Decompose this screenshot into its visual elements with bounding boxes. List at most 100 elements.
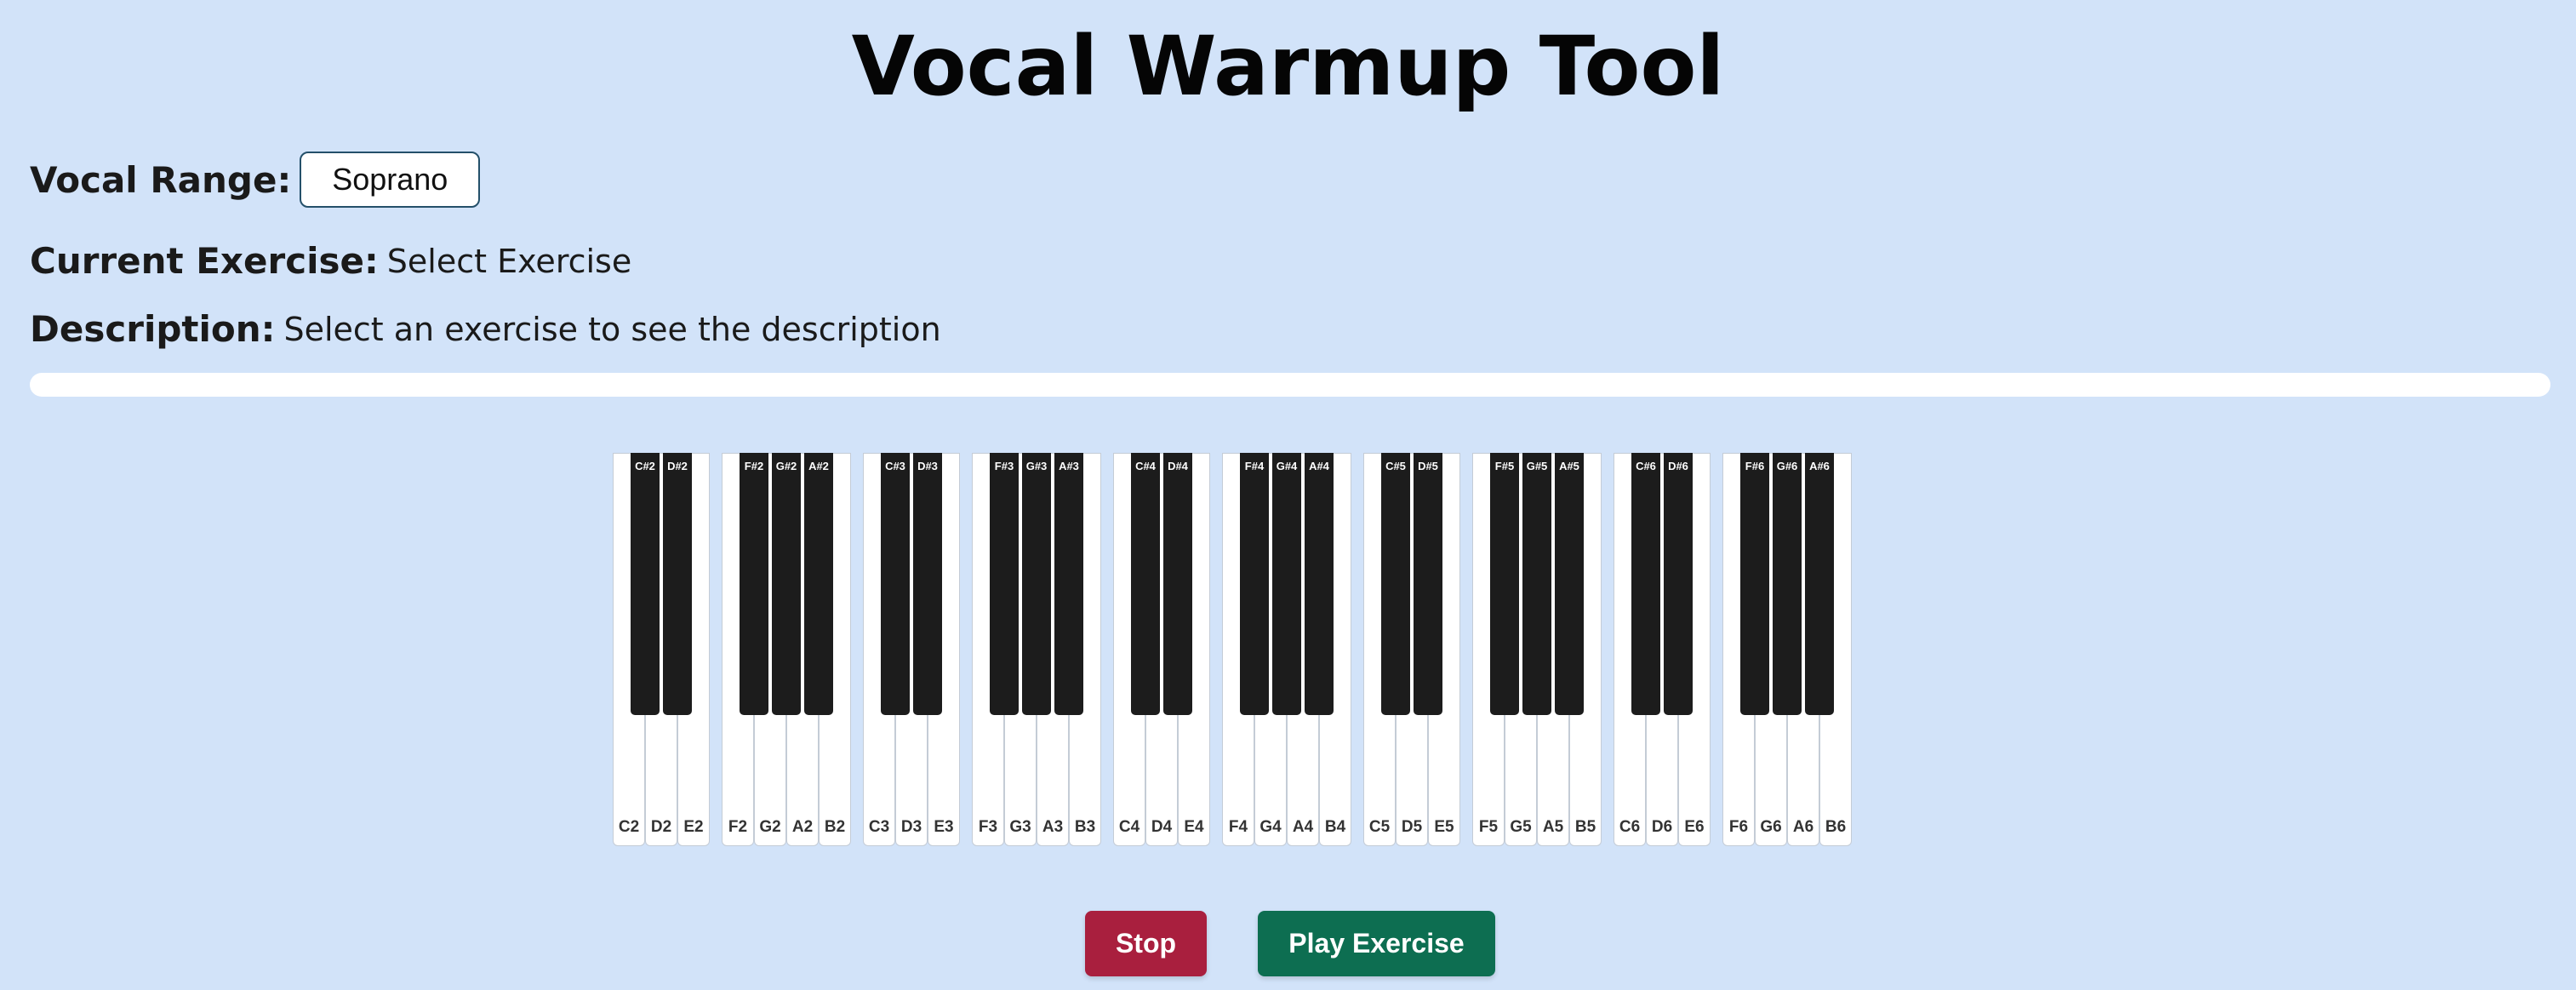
vocal-range-row: Vocal Range: Soprano <box>30 152 481 208</box>
white-key-label: C2 <box>618 818 640 836</box>
black-key-gsharp5[interactable]: G#5 <box>1522 453 1551 715</box>
black-key-csharp5[interactable]: C#5 <box>1381 453 1410 715</box>
black-key-label: A#4 <box>1309 460 1329 472</box>
white-key-label: E3 <box>934 818 954 836</box>
black-key-label: F#2 <box>744 460 764 472</box>
description-label: Description: <box>30 308 276 350</box>
white-key-label: A2 <box>791 818 814 836</box>
black-key-fsharp2[interactable]: F#2 <box>740 453 768 715</box>
black-key-fsharp4[interactable]: F#4 <box>1240 453 1269 715</box>
black-key-label: C#3 <box>885 460 905 472</box>
black-key-label: D#5 <box>1418 460 1438 472</box>
current-exercise-value: Select Exercise <box>386 242 632 280</box>
black-key-dsharp2[interactable]: D#2 <box>663 453 692 715</box>
black-key-label: A#6 <box>1809 460 1830 472</box>
black-key-label: D#4 <box>1168 460 1188 472</box>
white-key-label: E6 <box>1684 818 1705 836</box>
black-key-label: A#3 <box>1059 460 1079 472</box>
black-key-label: A#5 <box>1559 460 1579 472</box>
current-exercise-row: Current Exercise: Select Exercise <box>30 240 631 282</box>
white-key-label: F3 <box>978 818 998 836</box>
black-key-label: C#6 <box>1636 460 1656 472</box>
black-key-fsharp5[interactable]: F#5 <box>1490 453 1519 715</box>
white-key-label: A3 <box>1042 818 1064 836</box>
white-key-label: A4 <box>1292 818 1314 836</box>
piano-key-group: C2 D2 E2 C#2 D#2 <box>613 453 710 848</box>
white-key-label: G3 <box>1009 818 1031 836</box>
white-key-label: E5 <box>1434 818 1454 836</box>
piano-key-group: F2 G2 A2 B2 F#2 G#2 A#2 <box>722 453 851 848</box>
piano-key-group: F5 G5 A5 B5 F#5 G#5 A#5 <box>1472 453 1602 848</box>
black-key-dsharp3[interactable]: D#3 <box>913 453 942 715</box>
black-key-label: D#6 <box>1668 460 1688 472</box>
black-key-csharp2[interactable]: C#2 <box>631 453 660 715</box>
white-key-label: C4 <box>1118 818 1140 836</box>
white-key-label: D2 <box>650 818 672 836</box>
black-key-asharp2[interactable]: A#2 <box>804 453 833 715</box>
white-key-label: G5 <box>1510 818 1532 836</box>
piano-keyboard: C2 D2 E2 C#2 D#2 F2 G2 A2 B2 F#2 G#2 A#2 C3 D3 E3 C#3 D#… <box>613 453 1852 848</box>
black-key-label: F#3 <box>994 460 1014 472</box>
black-key-label: G#3 <box>1025 460 1048 472</box>
piano-key-group: F6 G6 A6 B6 F#6 G#6 A#6 <box>1722 453 1852 848</box>
black-key-label: A#2 <box>808 460 829 472</box>
white-key-label: D6 <box>1651 818 1673 836</box>
white-key-label: A6 <box>1792 818 1814 836</box>
white-key-label: G4 <box>1259 818 1282 836</box>
vocal-range-select[interactable]: Soprano <box>300 152 481 208</box>
play-exercise-button[interactable]: Play Exercise <box>1258 911 1495 976</box>
stop-button[interactable]: Stop <box>1085 911 1207 976</box>
black-key-dsharp5[interactable]: D#5 <box>1414 453 1442 715</box>
black-key-csharp3[interactable]: C#3 <box>881 453 910 715</box>
white-key-label: B5 <box>1574 818 1596 836</box>
black-key-asharp4[interactable]: A#4 <box>1305 453 1334 715</box>
piano-key-group: C4 D4 E4 C#4 D#4 <box>1113 453 1210 848</box>
description-value: Select an exercise to see the descriptio… <box>283 310 941 348</box>
vocal-range-label: Vocal Range: <box>30 158 292 201</box>
black-key-gsharp2[interactable]: G#2 <box>772 453 801 715</box>
black-key-label: D#3 <box>917 460 938 472</box>
page-title: Vocal Warmup Tool <box>851 19 1725 114</box>
black-key-label: G#5 <box>1526 460 1548 472</box>
piano-key-group: F4 G4 A4 B4 F#4 G#4 A#4 <box>1222 453 1351 848</box>
piano-key-group: C5 D5 E5 C#5 D#5 <box>1363 453 1460 848</box>
piano-key-group: F3 G3 A3 B3 F#3 G#3 A#3 <box>972 453 1101 848</box>
black-key-dsharp6[interactable]: D#6 <box>1664 453 1693 715</box>
black-key-asharp5[interactable]: A#5 <box>1555 453 1584 715</box>
black-key-gsharp4[interactable]: G#4 <box>1272 453 1301 715</box>
white-key-label: B2 <box>824 818 846 836</box>
white-key-label: E2 <box>683 818 704 836</box>
black-key-csharp4[interactable]: C#4 <box>1131 453 1160 715</box>
black-key-gsharp3[interactable]: G#3 <box>1022 453 1051 715</box>
white-key-label: D3 <box>900 818 922 836</box>
black-key-label: F#6 <box>1745 460 1765 472</box>
black-key-csharp6[interactable]: C#6 <box>1631 453 1660 715</box>
black-key-label: C#5 <box>1385 460 1406 472</box>
white-key-label: G2 <box>759 818 781 836</box>
black-key-label: C#2 <box>635 460 655 472</box>
white-key-label: C5 <box>1368 818 1391 836</box>
white-key-label: B4 <box>1324 818 1346 836</box>
black-key-dsharp4[interactable]: D#4 <box>1163 453 1192 715</box>
black-key-label: D#2 <box>667 460 688 472</box>
black-key-asharp6[interactable]: A#6 <box>1805 453 1834 715</box>
white-key-label: B3 <box>1074 818 1096 836</box>
black-key-gsharp6[interactable]: G#6 <box>1773 453 1802 715</box>
piano-key-group: C6 D6 E6 C#6 D#6 <box>1614 453 1711 848</box>
white-key-label: D4 <box>1151 818 1173 836</box>
white-key-label: G6 <box>1760 818 1782 836</box>
white-key-label: F5 <box>1478 818 1499 836</box>
white-key-label: F4 <box>1228 818 1248 836</box>
current-exercise-label: Current Exercise: <box>30 240 379 282</box>
white-key-label: B6 <box>1825 818 1847 836</box>
white-key-label: C6 <box>1619 818 1641 836</box>
black-key-fsharp3[interactable]: F#3 <box>990 453 1019 715</box>
piano-key-group: C3 D3 E3 C#3 D#3 <box>863 453 960 848</box>
white-key-label: F2 <box>728 818 748 836</box>
black-key-label: G#6 <box>1776 460 1798 472</box>
black-key-asharp3[interactable]: A#3 <box>1054 453 1083 715</box>
white-key-label: A5 <box>1542 818 1564 836</box>
black-key-label: C#4 <box>1135 460 1156 472</box>
black-key-fsharp6[interactable]: F#6 <box>1740 453 1769 715</box>
white-key-label: D5 <box>1401 818 1423 836</box>
